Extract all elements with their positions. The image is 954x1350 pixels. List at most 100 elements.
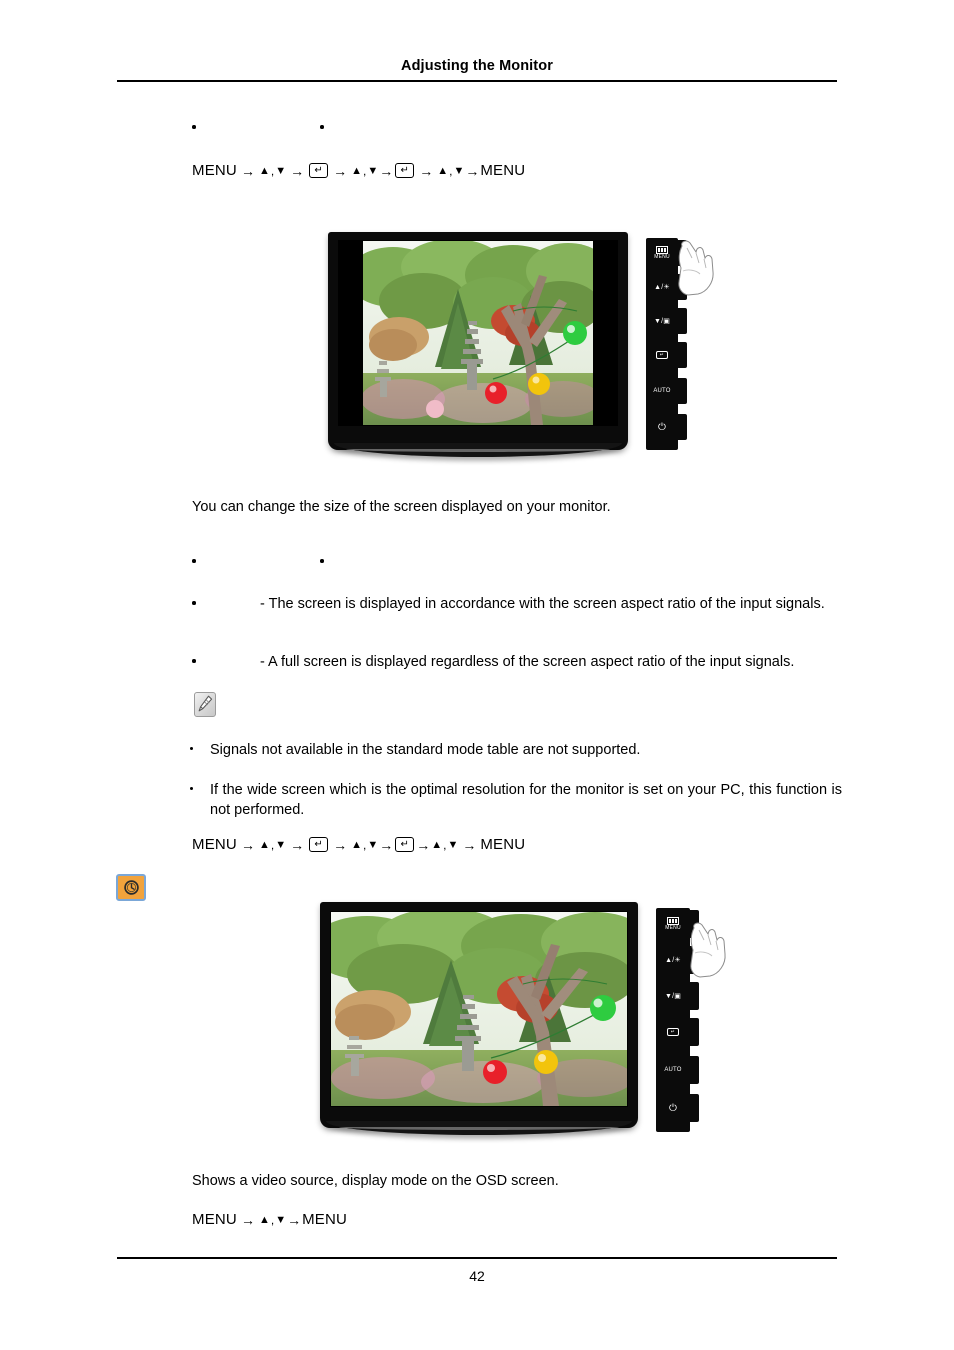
arrow-up-icon: ▲ [258, 1213, 270, 1226]
garden-photo-illustration [347, 241, 610, 425]
arrow-down-icon: ▼ [367, 164, 379, 177]
monitor-button-power[interactable]: ⏻ [656, 1096, 690, 1120]
arrow-up-icon: ▲ [351, 838, 362, 851]
footer-divider [117, 1257, 837, 1259]
monitor-button-menu[interactable]: MENU [656, 912, 690, 936]
document-page: Adjusting the Monitor MENU → ▲ , ▼ → ↵ →… [0, 0, 954, 1350]
bullet-dot-icon [192, 125, 196, 129]
monitor-button-enter[interactable]: ↵ [646, 344, 678, 366]
menu-seq-end: MENU [480, 836, 526, 853]
menu-sequence-note: MENU → ▲ , ▼ → ↵ → ▲ , ▼ → ↵ → ▲ , ▼ → M… [192, 836, 525, 853]
garden-photo-illustration [331, 912, 627, 1106]
menu-sequence-final: MENU → ▲ , ▼ → MENU [192, 1211, 347, 1228]
arrow-right-icon: → [419, 162, 434, 179]
clock-badge-icon [116, 874, 146, 901]
option-item-auto-text: - The screen is displayed in accordance … [214, 594, 842, 615]
option-item-auto: - The screen is displayed in accordance … [192, 594, 842, 615]
arrow-right-icon: → [290, 836, 305, 853]
arrow-down-icon: ▼ [275, 164, 287, 177]
monitor-button-down-source[interactable]: ▼/▣ [646, 310, 678, 332]
paragraph-change-screen-size: You can change the size of the screen di… [192, 499, 611, 515]
monitor-button-power[interactable]: ⏻ [646, 416, 678, 438]
bullet-dot-icon [320, 125, 324, 129]
monitor-body [328, 232, 628, 457]
bullet-dot-icon [192, 559, 196, 563]
enter-key-icon: ↵ [309, 163, 329, 178]
note-item-2: If the wide screen which is the optimal … [190, 780, 842, 820]
page-number: 42 [469, 1268, 485, 1284]
arrow-down-icon: ▼ [275, 838, 287, 851]
arrow-right-icon: → [465, 162, 480, 179]
arrow-up-icon: ▲ [437, 164, 449, 177]
arrow-right-icon: → [379, 836, 394, 853]
monitor-button-menu-label: MENU [654, 254, 670, 260]
option-item-wide-text: - A full screen is displayed regardless … [214, 652, 842, 673]
separator-comma: , [270, 163, 275, 178]
screen-photo [331, 912, 627, 1106]
bullet-dot-icon [192, 601, 196, 605]
menu-bars-icon [656, 246, 668, 254]
monitor-button-up-brightness[interactable]: ▲/☀ [656, 948, 690, 972]
arrow-right-icon: → [240, 1211, 255, 1228]
menu-seq-start: MENU [192, 836, 237, 853]
monitor-body [320, 902, 638, 1135]
monitor-figure-top: MENU ▲/☀ ▼/▣ ↵ AUTO ⏻ [328, 232, 714, 462]
menu-seq-start: MENU [192, 162, 237, 179]
option-item-auto-description: - The screen is displayed in accordance … [260, 596, 825, 612]
monitor-button-down-source[interactable]: ▼/▣ [656, 984, 690, 1008]
monitor-button-menu-label: MENU [665, 925, 681, 931]
monitor-bezel [338, 240, 618, 426]
arrow-right-icon: → [462, 836, 477, 853]
arrow-up-icon: ▲ [258, 838, 270, 851]
option-item-wide-description: - A full screen is displayed regardless … [260, 654, 795, 670]
menu-seq-start: MENU [192, 1211, 237, 1228]
arrow-down-icon: ▼ [275, 1213, 287, 1226]
bullet-dot-icon [190, 747, 193, 750]
monitor-screen-full [331, 912, 627, 1106]
arrow-right-icon: → [416, 836, 431, 853]
page-header-title: Adjusting the Monitor [401, 58, 553, 74]
monitor-button-up-brightness[interactable]: ▲/☀ [646, 276, 678, 298]
arrow-right-icon: → [240, 836, 255, 853]
enter-key-icon: ↵ [395, 837, 415, 852]
arrow-right-icon: → [290, 162, 305, 179]
monitor-button-strip-bottom: MENU ▲/☀ ▼/▣ ↵ AUTO ⏻ [656, 908, 699, 1132]
enter-key-icon: ↵ [395, 163, 415, 178]
separator-comma: , [449, 163, 453, 178]
enter-key-icon: ↵ [309, 837, 329, 852]
arrow-right-icon: → [333, 836, 348, 853]
option-item-wide: - A full screen is displayed regardless … [192, 652, 842, 673]
paragraph-shows-video-source: Shows a video source, display mode on th… [192, 1173, 559, 1189]
arrow-right-icon: → [333, 162, 348, 179]
arrow-up-icon: ▲ [431, 838, 443, 851]
mid-breadcrumb-bullets [192, 552, 842, 570]
monitor-screen-4-3 [339, 241, 617, 425]
bullet-dot-icon [190, 787, 193, 790]
monitor-button-menu[interactable]: MENU [646, 242, 678, 264]
separator-comma: , [443, 837, 447, 852]
arrow-down-icon: ▼ [447, 838, 459, 851]
enter-key-icon: ↵ [667, 1028, 679, 1036]
monitor-figure-bottom: MENU ▲/☀ ▼/▣ ↵ AUTO ⏻ [320, 902, 726, 1148]
arrow-down-icon: ▼ [453, 164, 465, 177]
monitor-bezel [330, 911, 628, 1107]
bullet-dot-icon [320, 559, 324, 563]
enter-key-icon: ↵ [656, 351, 668, 359]
note-item-2-text: If the wide screen which is the optimal … [210, 782, 842, 818]
header-divider [117, 80, 837, 82]
separator-comma: , [270, 837, 275, 852]
menu-seq-end: MENU [480, 162, 526, 179]
note-item-1: Signals not available in the standard mo… [190, 740, 842, 760]
separator-comma: , [362, 163, 367, 178]
menu-seq-end: MENU [302, 1211, 348, 1228]
monitor-button-enter[interactable]: ↵ [656, 1020, 690, 1044]
separator-comma: , [270, 1212, 275, 1227]
monitor-button-auto[interactable]: AUTO [646, 380, 678, 402]
arrow-right-icon: → [287, 1211, 302, 1228]
arrow-up-icon: ▲ [258, 164, 270, 177]
arrow-up-icon: ▲ [351, 164, 362, 177]
arrow-right-icon: → [240, 162, 255, 179]
monitor-button-auto[interactable]: AUTO [656, 1058, 690, 1082]
bullet-dot-icon [192, 659, 196, 663]
monitor-button-strip-top: MENU ▲/☀ ▼/▣ ↵ AUTO ⏻ [646, 238, 687, 450]
